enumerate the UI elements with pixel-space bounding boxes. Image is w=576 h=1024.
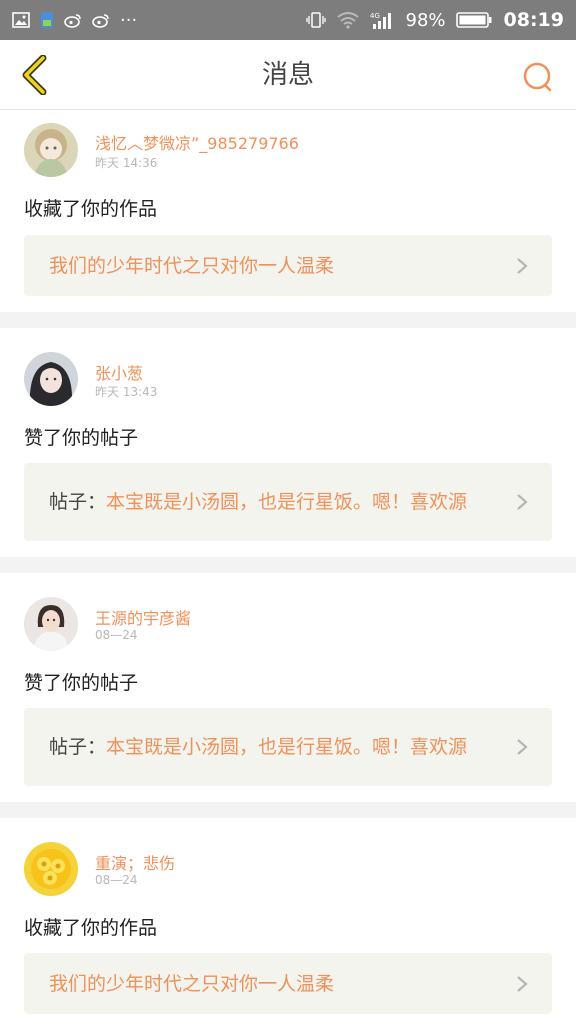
page-title: 消息 — [261, 60, 314, 90]
ref-prefix: 帖子： — [49, 491, 107, 513]
notification-card: 浅忆︿梦微凉”_985279766 昨天 14:36 收藏了你的作品 我们的少年… — [0, 110, 576, 312]
referenced-title: 帖子：本宝既是小汤圆，也是行星饭。嗯！喜欢源 — [49, 491, 467, 513]
search-icon — [523, 62, 552, 92]
weibo-icon — [64, 13, 82, 28]
status-bar: ··· 4G 98% 08:19 — [0, 0, 576, 40]
chevron-right-icon — [517, 975, 528, 992]
wifi-icon — [336, 11, 360, 29]
vibrate-icon — [305, 10, 326, 30]
action-text: 收藏了你的作品 — [24, 198, 158, 220]
ref-prefix: 帖子： — [49, 736, 107, 758]
timestamp: 昨天 13:43 — [95, 385, 158, 399]
referenced-title: 帖子：本宝既是小汤圆，也是行星饭。嗯！喜欢源 — [49, 736, 467, 758]
avatar[interactable] — [24, 842, 78, 896]
action-text: 收藏了你的作品 — [24, 917, 158, 939]
timestamp: 昨天 14:36 — [95, 156, 158, 170]
user-name[interactable]: 王源的宇彦酱 — [95, 605, 191, 629]
ref-text: 我们的少年时代之只对你一人温柔 — [49, 972, 335, 995]
referenced-post[interactable]: 帖子：本宝既是小汤圆，也是行星饭。嗯！喜欢源 — [24, 708, 552, 786]
clock: 08:19 — [503, 9, 564, 31]
timestamp: 08—24 — [95, 873, 138, 887]
avatar[interactable] — [24, 123, 78, 177]
search-button[interactable] — [518, 57, 558, 97]
action-text: 赞了你的帖子 — [24, 672, 139, 694]
referenced-title: 我们的少年时代之只对你一人温柔 — [49, 255, 334, 277]
image-icon — [12, 12, 30, 28]
user-name[interactable]: 张小葱 — [95, 360, 143, 384]
referenced-title: 我们的少年时代之只对你一人温柔 — [49, 973, 334, 995]
weibo-icon — [92, 13, 110, 28]
avatar[interactable] — [24, 597, 78, 651]
battery-icon — [455, 11, 492, 29]
chevron-right-icon — [517, 257, 528, 274]
app-badge-icon — [40, 11, 54, 29]
notification-card: 张小葱 昨天 13:43 赞了你的帖子 帖子：本宝既是小汤圆，也是行星饭。嗯！喜… — [0, 328, 576, 557]
status-bar-right: 4G 98% 08:19 — [305, 9, 564, 31]
ref-text: 本宝既是小汤圆，也是行星饭。嗯！喜欢源 — [106, 736, 468, 758]
chevron-right-icon — [517, 494, 528, 510]
referenced-work[interactable]: 我们的少年时代之只对你一人温柔 — [24, 953, 552, 1014]
header: 消息 — [0, 40, 576, 110]
notification-card: 重演；悲伤 08—24 收藏了你的作品 我们的少年时代之只对你一人温柔 — [0, 818, 576, 1024]
notification-card: 王源的宇彦酱 08—24 赞了你的帖子 帖子：本宝既是小汤圆，也是行星饭。嗯！喜… — [0, 573, 576, 802]
action-text: 赞了你的帖子 — [24, 427, 139, 449]
ref-text: 本宝既是小汤圆，也是行星饭。嗯！喜欢源 — [106, 491, 468, 513]
referenced-work[interactable]: 我们的少年时代之只对你一人温柔 — [24, 235, 552, 296]
signal-icon: 4G — [370, 10, 396, 30]
status-bar-left: ··· — [12, 10, 137, 31]
chevron-right-icon — [517, 739, 528, 755]
user-name[interactable]: 重演；悲伤 — [95, 850, 175, 874]
avatar[interactable] — [24, 352, 78, 406]
timestamp: 08—24 — [95, 628, 138, 642]
more-icon: ··· — [120, 9, 138, 31]
ref-text: 我们的少年时代之只对你一人温柔 — [49, 254, 335, 277]
battery-percent: 98% — [405, 9, 446, 31]
svg-text:4G: 4G — [370, 12, 380, 20]
referenced-post[interactable]: 帖子：本宝既是小汤圆，也是行星饭。嗯！喜欢源 — [24, 463, 552, 541]
user-name[interactable]: 浅忆︿梦微凉”_985279766 — [95, 130, 299, 154]
